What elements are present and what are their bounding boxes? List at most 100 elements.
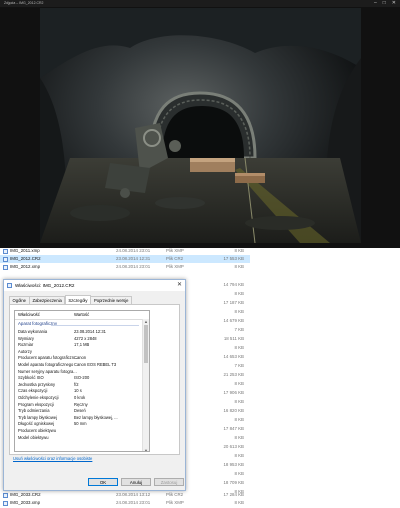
remove-properties-link[interactable]: Usuń właściwości oraz informacje osobist…	[13, 456, 92, 461]
file-type: Plik XMP	[166, 248, 184, 253]
property-row[interactable]: Czas ekspozycji 10 s	[15, 388, 143, 395]
property-row[interactable]: Program ekspozycji Ręczny	[15, 402, 143, 409]
property-name: Autorzy	[18, 348, 32, 354]
property-row[interactable]: Jednostka przysłony f/2	[15, 382, 143, 389]
cancel-button[interactable]: Anuluj	[121, 478, 151, 486]
property-value: 4272 x 2848	[74, 335, 97, 341]
minimize-icon[interactable]: –	[374, 0, 377, 7]
property-value: 17,1 MB	[74, 342, 90, 348]
property-name: Numer seryjny aparatu fotogra...	[18, 368, 77, 374]
property-value: 0 krok	[74, 395, 86, 400]
file-type: Plik CR2	[166, 492, 184, 497]
property-row[interactable]: Wymiary 4272 x 2848	[15, 336, 143, 343]
dialog-title: Właściwości: IMG_2012.CR2	[15, 283, 75, 288]
group-divider	[51, 324, 139, 325]
property-row[interactable]: Odchylenie ekspozycji 0 krok	[15, 395, 143, 402]
details-panel: Właściwość Wartość Aparat fotograficzny …	[9, 304, 180, 455]
file-name: IMG_2011.xmp	[10, 248, 40, 253]
dialog-titlebar[interactable]: Właściwości: IMG_2012.CR2 ✕	[4, 280, 185, 291]
column-header-property[interactable]: Właściwość	[18, 311, 40, 319]
properties-scrollbar[interactable]: ▲ ▼	[142, 319, 149, 451]
file-row[interactable]: IMG_2033.CR2 23.08.2014 13:12 Plik CR2 1…	[0, 491, 250, 499]
file-icon	[3, 248, 8, 254]
property-value: 23.08.2014 12:31	[74, 329, 106, 334]
property-row[interactable]: Producent obiektywu	[15, 428, 143, 435]
file-name: IMG_2033.xmp	[10, 500, 41, 505]
file-size: 8 KB	[234, 345, 244, 350]
property-value: 10 s	[74, 388, 82, 394]
file-size: 7 KB	[234, 327, 244, 332]
tab-general[interactable]: Ogólne	[9, 296, 30, 304]
file-size: 18 709 KB	[223, 480, 244, 485]
scroll-thumb[interactable]	[144, 325, 148, 363]
property-name: Tryb lampy błyskowej	[18, 414, 57, 420]
maximize-icon[interactable]: □	[383, 0, 386, 7]
property-row[interactable]: Producent aparatu fotograficzn... Canon	[15, 355, 143, 362]
tab-details[interactable]: Szczegóły	[64, 295, 91, 304]
property-name: Szybkość ISO	[18, 375, 44, 381]
mine-tunnel-photo	[40, 8, 361, 243]
property-row[interactable]: Numer seryjny aparatu fotogra...	[15, 369, 143, 376]
file-type: Plik XMP	[166, 264, 184, 269]
property-value: Ręczny	[74, 401, 88, 407]
tab-previous-versions[interactable]: Poprzednie wersje	[90, 296, 132, 304]
file-size: 14 679 KB	[223, 318, 244, 323]
property-row[interactable]: Model aparatu fotograficznego Canon EOS R…	[15, 362, 143, 369]
close-icon[interactable]: ✕	[177, 280, 182, 291]
file-size: 8 KB	[234, 399, 244, 404]
property-value: f/2	[74, 381, 79, 387]
property-name: Długość ogniskowej	[18, 421, 55, 427]
file-size: 16 820 KB	[223, 408, 244, 413]
file-size: 8 KB	[234, 417, 244, 422]
dialog-tabs: Ogólne Zabezpieczenia Szczegóły Poprzedn…	[9, 295, 132, 304]
property-value: 50 mm	[74, 421, 87, 427]
file-size: 17 847 KB	[223, 426, 244, 431]
apply-button[interactable]: Zastosuj	[154, 478, 184, 486]
file-date: 24.08.2014 23:01	[116, 248, 151, 253]
file-size: 8 KB	[234, 291, 244, 296]
file-size: 8 KB	[234, 309, 244, 314]
file-icon	[7, 283, 12, 288]
column-header-value[interactable]: Wartość	[74, 311, 89, 319]
file-type: Plik XMP	[166, 500, 184, 505]
property-row[interactable]: Data wykonania 23.08.2014 12:31	[15, 329, 143, 336]
close-icon[interactable]: ✕	[392, 0, 396, 7]
file-size: 8 KB	[234, 381, 244, 386]
file-size: 14 653 KB	[223, 354, 244, 359]
viewer-titlebar: Zdjęcia – IMG_2012.CR2 – □ ✕	[0, 0, 400, 7]
file-size-column: 14 794 KB 8 KB 17 187 KB 8 KB 14 679 KB …	[200, 248, 250, 508]
viewer-title: Zdjęcia – IMG_2012.CR2	[4, 1, 44, 5]
file-size: 14 794 KB	[223, 282, 244, 287]
property-value: Canon EOS REBEL T3	[74, 362, 117, 367]
property-row[interactable]: Tryb odmierzania Deseń	[15, 408, 143, 415]
property-name: Data wykonania	[18, 329, 48, 334]
file-size: 17 906 KB	[223, 390, 244, 395]
file-size: 17 284 KB	[223, 492, 244, 497]
file-name: IMG_2012.CR2	[10, 256, 41, 261]
property-row[interactable]: Model obiektywu	[15, 435, 143, 442]
file-date: 24.08.2014 23:01	[116, 264, 151, 269]
tab-security[interactable]: Zabezpieczenia	[29, 296, 66, 304]
scroll-down-icon[interactable]: ▼	[143, 448, 149, 451]
file-row[interactable]: IMG_2033.xmp 24.08.2014 23:01 Plik XMP 8…	[0, 499, 250, 507]
scroll-up-icon[interactable]: ▲	[143, 319, 149, 324]
property-value: ISO-200	[74, 375, 90, 381]
file-size: 7 KB	[234, 363, 244, 368]
ok-button[interactable]: OK	[88, 478, 118, 486]
file-icon	[3, 492, 8, 498]
property-row[interactable]: Szybkość ISO ISO-200	[15, 375, 143, 382]
property-name: Producent aparatu fotograficzn...	[18, 355, 78, 361]
file-size: 8 KB	[234, 471, 244, 476]
file-icon	[3, 500, 8, 506]
property-row[interactable]: Autorzy	[15, 349, 143, 356]
property-row[interactable]: Tryb lampy błyskowej Bez lampy błyskowej,…	[15, 415, 143, 422]
file-size: 17 187 KB	[223, 300, 244, 305]
file-name: IMG_2033.CR2	[10, 492, 41, 497]
property-row[interactable]: Rozmiar 17,1 MB	[15, 342, 143, 349]
property-value: Bez lampy błyskowej, ...	[74, 414, 118, 420]
property-row[interactable]: Długość ogniskowej 50 mm	[15, 421, 143, 428]
photo-viewer-window: Zdjęcia – IMG_2012.CR2 – □ ✕	[0, 0, 400, 248]
file-date: 24.08.2014 23:01	[116, 500, 151, 505]
file-size: 21 253 KB	[223, 372, 244, 377]
properties-dialog: Właściwości: IMG_2012.CR2 ✕ Ogólne Zabez…	[3, 279, 186, 491]
